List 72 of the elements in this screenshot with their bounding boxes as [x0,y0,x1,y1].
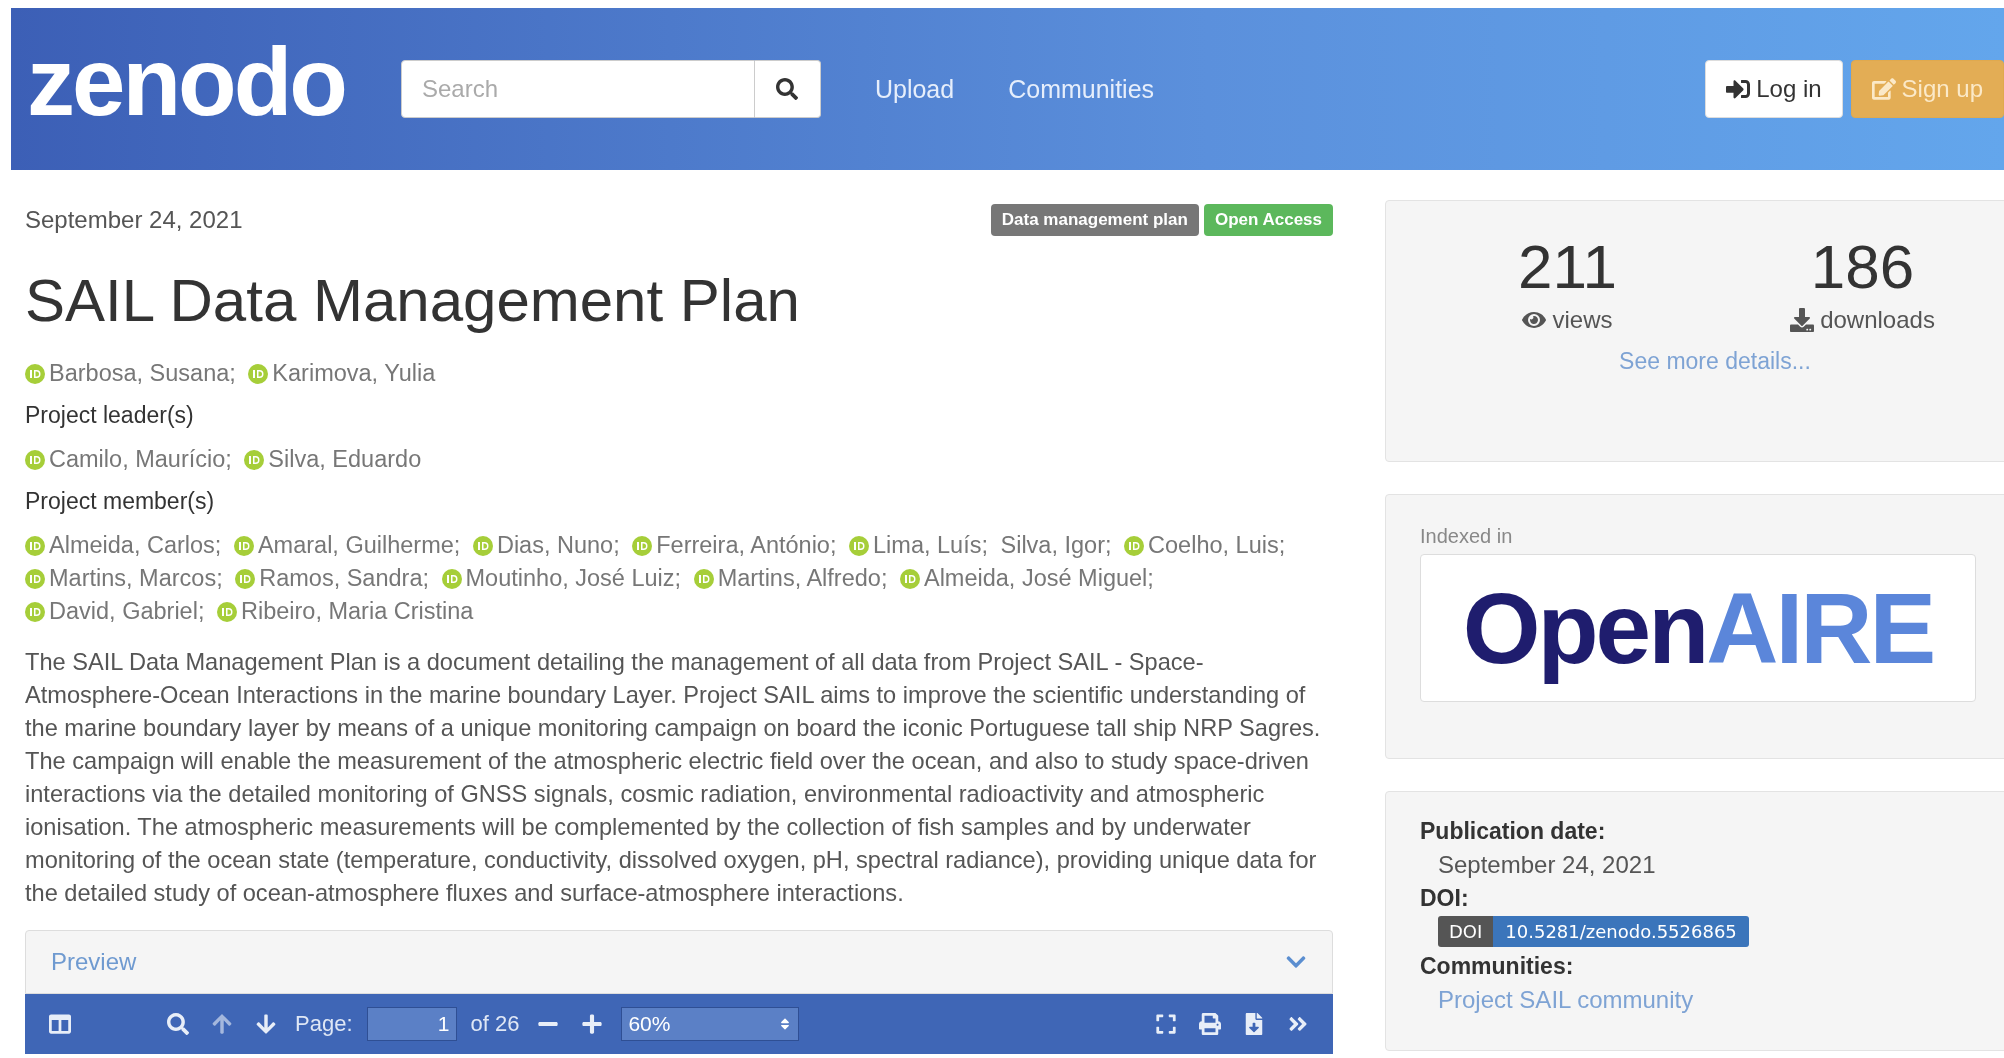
zenodo-logo[interactable]: zenodo [25,26,351,138]
author-link[interactable]: Camilo, Maurício; [49,446,232,472]
author-link[interactable]: Amaral, Guilherme; [257,532,461,558]
orcid-icon[interactable] [216,602,237,622]
author-link[interactable]: Ribeiro, Maria Cristina [240,598,474,624]
author-link[interactable]: Barbosa, Susana; [49,360,236,386]
pencil-icon[interactable] [1871,77,1896,101]
author-link[interactable]: Silva, Eduardo [268,446,422,472]
orcid-icon[interactable] [25,450,45,470]
search-field[interactable]: Search [400,60,755,118]
log-in-button[interactable]: Log in [1705,60,1843,118]
orcid-icon[interactable] [233,536,254,556]
author-link[interactable]: David, Gabriel; [49,598,205,624]
author-link[interactable]: Moutinho, José Luiz; [465,565,682,591]
stat-value: 186 [1810,231,1915,302]
nav-link[interactable]: Upload [874,74,955,104]
orcid-icon[interactable] [235,569,256,589]
author-link[interactable]: Martins, Alfredo; [717,565,888,591]
stat-label: downloads [1790,306,1935,334]
search-button[interactable] [754,60,821,118]
nav-link[interactable]: Communities [1008,74,1155,104]
orcid-icon[interactable] [693,569,714,589]
info-value: September 24, 2021 [1438,851,1657,879]
group-heading: Project member(s) [25,488,216,515]
preview-title: Preview [51,948,137,976]
orcid-icon[interactable] [632,536,653,556]
orcid-icon[interactable] [25,536,45,556]
record-title: SAIL Data Management Plan [25,266,801,335]
orcid-icon[interactable] [849,536,869,556]
author-link[interactable]: Almeida, Carlos; [49,532,222,558]
download-icon [1790,308,1815,332]
author-link[interactable]: Coelho, Luis; [1148,532,1286,558]
author-link[interactable]: Ferreira, António; [656,532,837,558]
orcid-icon[interactable] [25,364,45,384]
group-heading: Project leader(s) [25,402,195,429]
openaire-logo[interactable]: OpenAIRE [1420,554,1976,702]
community-link[interactable]: Project SAIL community [1438,986,1694,1014]
author-link[interactable]: Almeida, José Miguel; [923,565,1154,591]
author-link[interactable]: Karimova, Yulia [272,360,436,386]
info-label: Publication date: [1420,818,1607,845]
orcid-icon[interactable] [248,364,269,384]
record-date: September 24, 2021 [25,206,243,234]
search-icon[interactable] [776,78,799,100]
sign-in-icon[interactable] [1726,77,1751,101]
info-label: DOI: [1420,885,1470,912]
doi-link[interactable]: 10.5281/zenodo.5526865 [1493,916,1749,947]
author-link[interactable]: Ramos, Sandra; [259,565,429,591]
orcid-icon[interactable] [25,602,45,622]
author-link[interactable]: Dias, Nuno; [496,532,620,558]
record-badge: Data management plan [990,204,1199,236]
author-link[interactable]: Martins, Marcos; [49,565,223,591]
stat-value: 211 [1518,231,1617,302]
indexed-label: Indexed in [1420,525,1514,548]
orcid-icon[interactable] [244,450,265,470]
page-field[interactable]: 1 [366,1007,457,1041]
author-link[interactable]: Silva, Igor; [1000,532,1112,558]
orcid-icon[interactable] [1124,536,1145,556]
page-label: Page: [295,1011,353,1037]
author-link[interactable]: Lima, Luís; [873,532,988,558]
preview-header[interactable]: Preview [25,930,1333,994]
zoom-select[interactable]: 60% [621,1007,800,1041]
details-link[interactable]: See more details... [1619,348,1811,375]
description: The SAIL Data Management Plan is a document detailing the management of all data from Project SAIL - Space-Atmosphere-Ocean Interactions in the marine boundary Layer. Project SAIL aims to improve the scientific understanding of the marine boundary layer by means of a unique monitoring campaign on board the iconic Portuguese tall ship NRP Sagres. The campaign will enable the measurement of the atmospheric electric field over the ocean, and also to study space-driven interactions via the detailed monitoring of GNSS signals, cosmic radiation, environmental radioactivity and atmospheric ionisation. The atmospheric measurements will be complemented by the collection of fish samples and by underwater monitoring of the ocean state (temperature, conductivity, dissolved oxygen, pH, spectral radiance), providing unique data for the detailed study of ocean-atmosphere fluxes and surface-atmosphere interactions. [25,648,1322,908]
doi-tag: DOI [1438,916,1494,947]
orcid-icon[interactable] [899,569,920,589]
orcid-icon[interactable] [472,536,493,556]
info-label: Communities: [1420,953,1575,980]
orcid-icon[interactable] [25,569,45,589]
record-badge: Open Access [1203,204,1333,236]
page-count: of 26 [470,1011,520,1037]
stat-label: views [1522,306,1613,334]
orcid-icon[interactable] [441,569,462,589]
